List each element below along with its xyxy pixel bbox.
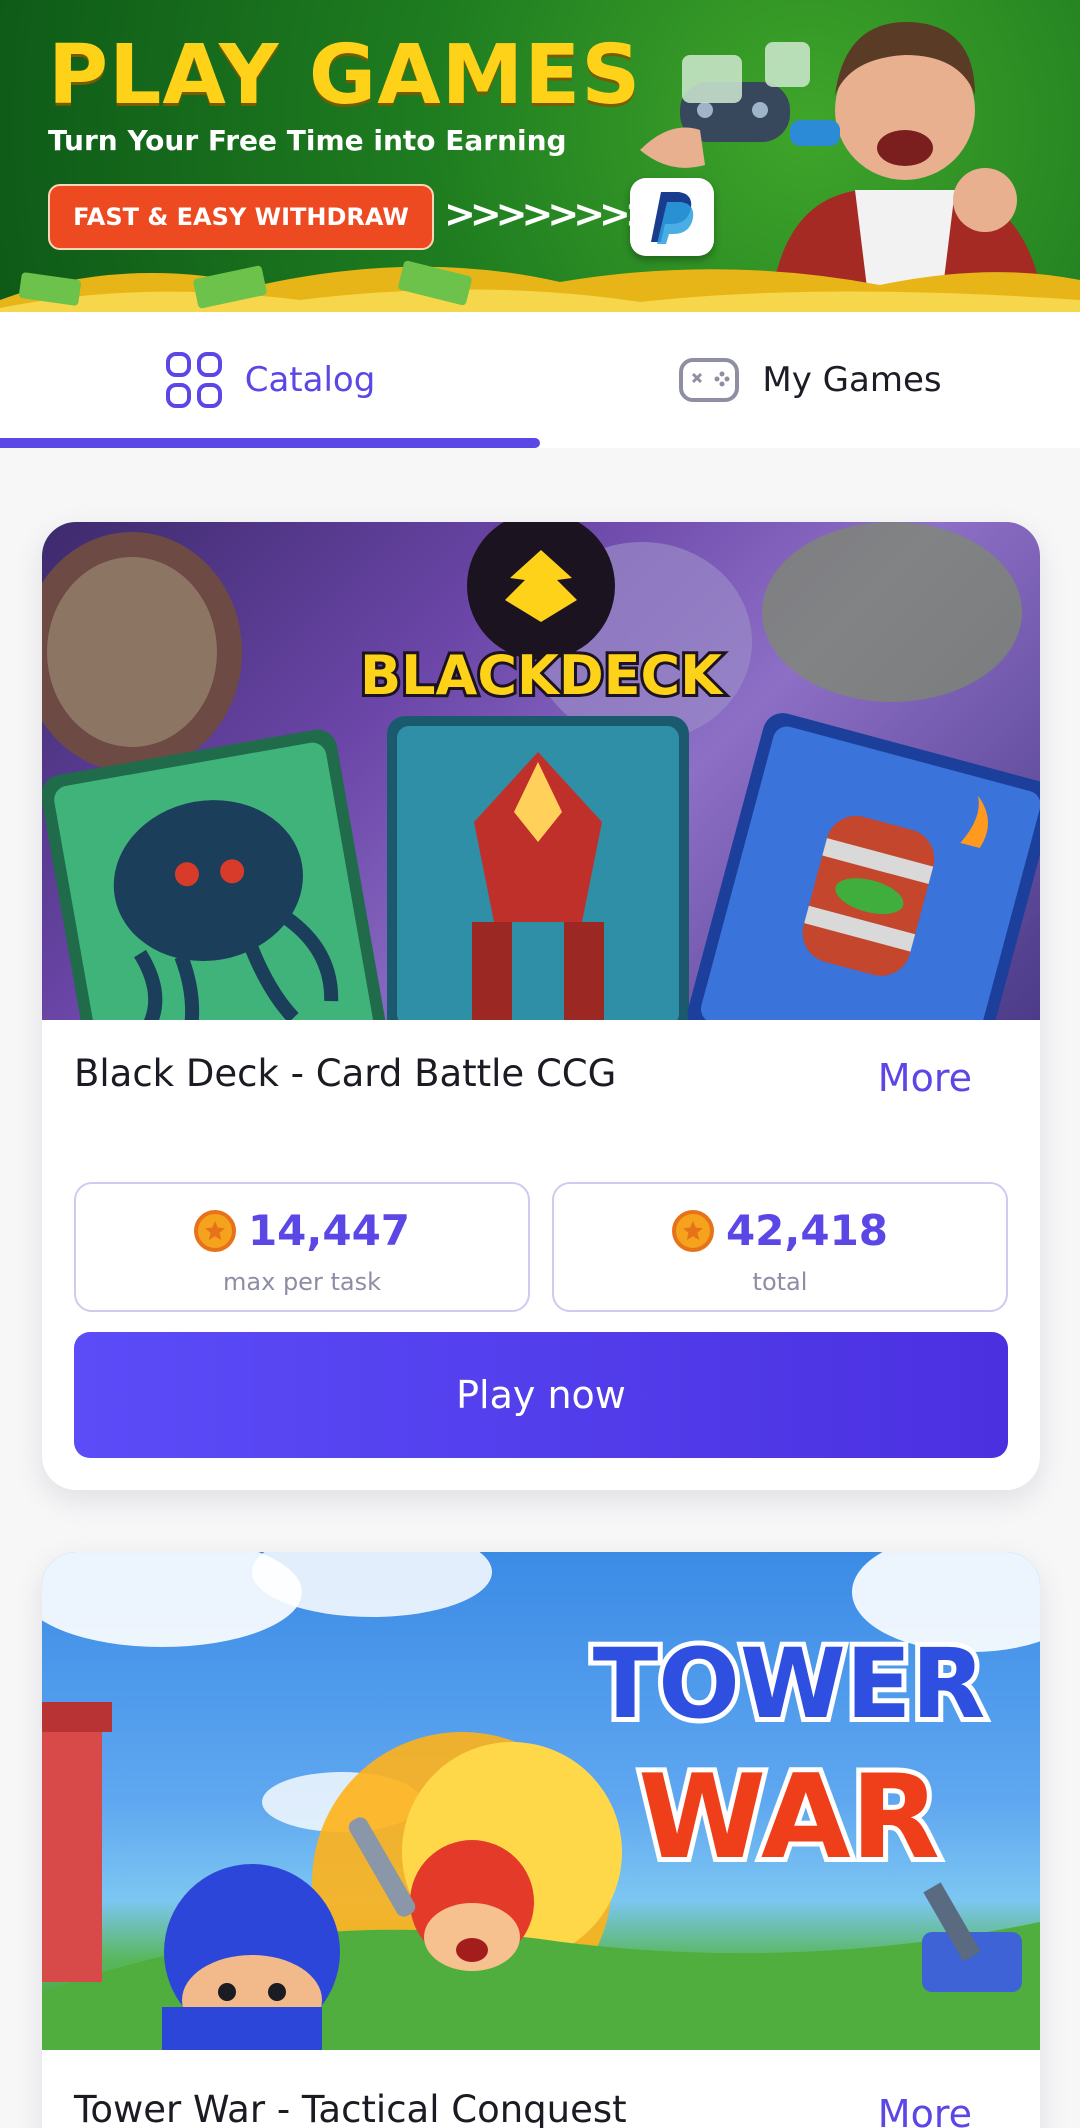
game-card: TOWER WAR Tower War - Tactical Conquest … [42, 1552, 1040, 2128]
tower-war-logo-line2: WAR [638, 1750, 940, 1885]
total-value: 42,418 [725, 1206, 889, 1255]
tab-catalog-label: Catalog [244, 360, 376, 400]
game-cover-image[interactable]: TOWER WAR [42, 1552, 1040, 2050]
tab-my-games[interactable]: My Games [540, 312, 1080, 448]
total-label: total [752, 1268, 808, 1296]
banner-subtitle: Turn Your Free Time into Earning [48, 124, 567, 157]
banner-title: PLAY GAMES [48, 28, 642, 123]
game-cover-image[interactable]: BLACKDECK [42, 522, 1040, 1020]
play-now-button[interactable]: Play now [74, 1332, 1008, 1458]
game-title: Black Deck - Card Battle CCG [74, 1052, 617, 1095]
tower-war-logo-line1: TOWER [593, 1628, 985, 1740]
gamepad-icon [679, 358, 740, 402]
tab-selected-indicator [0, 438, 540, 448]
max-per-task-value: 14,447 [247, 1206, 411, 1255]
max-per-task-label: max per task [223, 1268, 381, 1296]
more-link[interactable]: More [878, 1056, 972, 1100]
withdraw-button[interactable]: FAST & EASY WITHDRAW [48, 184, 434, 250]
paypal-icon [630, 178, 714, 256]
grid-icon [165, 352, 222, 408]
tab-my-games-label: My Games [762, 360, 942, 400]
coin-icon [193, 1209, 236, 1252]
tab-bar: Catalog My Games [0, 312, 1080, 448]
coin-icon [671, 1209, 714, 1252]
promo-banner[interactable]: PLAY GAMES Turn Your Free Time into Earn… [0, 0, 1080, 312]
tower-war-art: TOWER WAR [42, 1552, 1040, 2050]
tab-catalog[interactable]: Catalog [0, 312, 540, 448]
more-link[interactable]: More [878, 2092, 972, 2128]
game-card: BLACKDECK Black Deck - Card Battle CCG M… [42, 522, 1040, 1490]
blackdeck-logo-text: BLACKDECK [360, 644, 724, 707]
max-per-task-stat: 14,447 max per task [74, 1182, 530, 1312]
blackdeck-art: BLACKDECK [42, 522, 1040, 1020]
total-stat: 42,418 total [552, 1182, 1008, 1312]
game-title: Tower War - Tactical Conquest [74, 2088, 627, 2128]
